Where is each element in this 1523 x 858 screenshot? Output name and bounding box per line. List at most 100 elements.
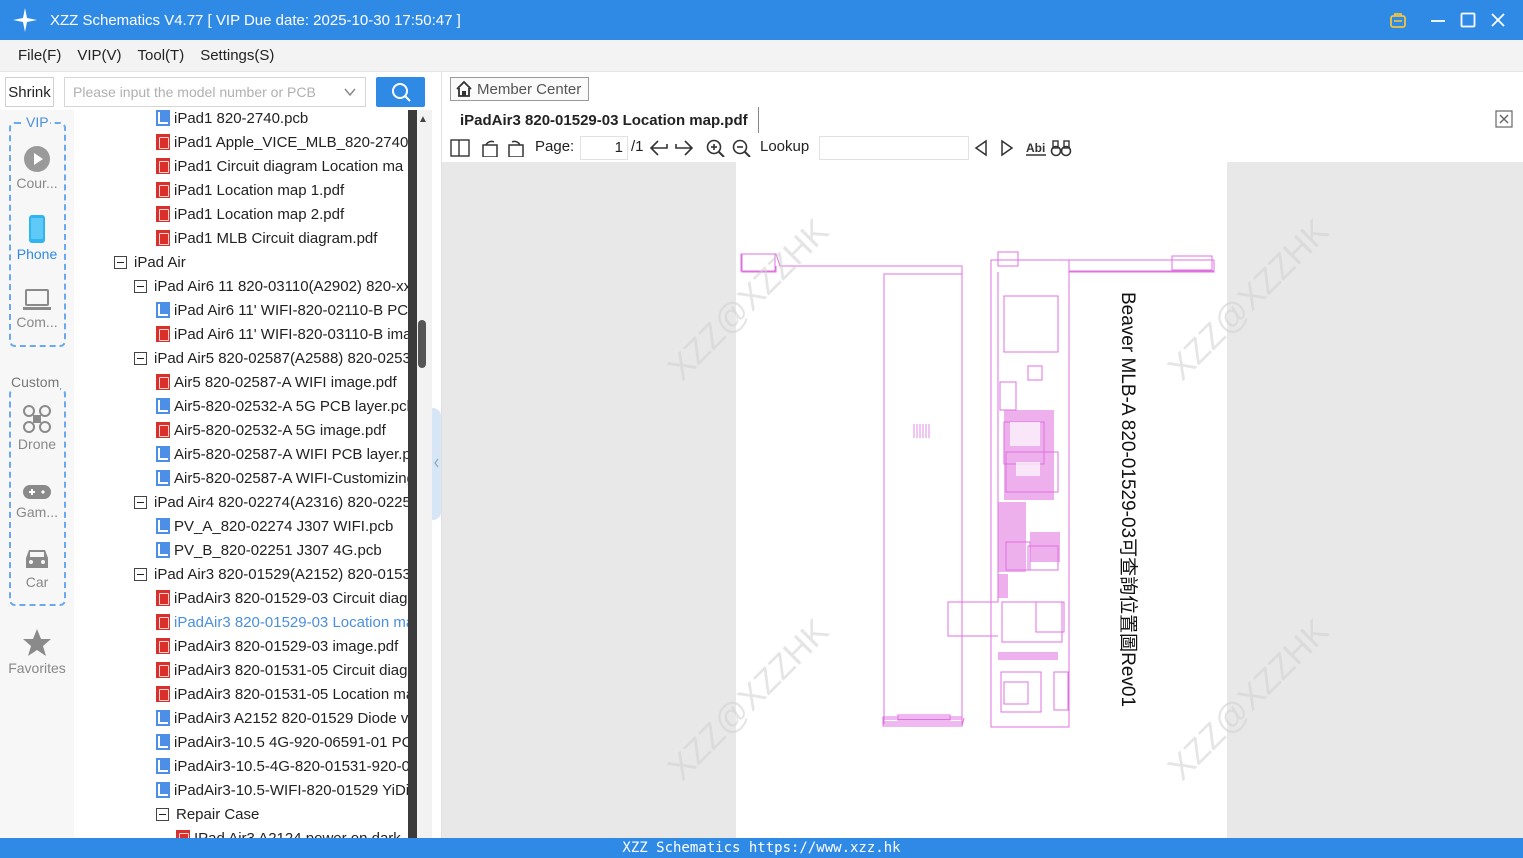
- tree-item-label: iPadAir3 820-01529-03 image.pdf: [174, 637, 399, 655]
- model-search-input[interactable]: Please input the model number or PCB: [64, 77, 366, 107]
- vip-bag-icon[interactable]: [1383, 0, 1413, 40]
- rotate-left-icon[interactable]: [480, 139, 500, 157]
- nav-course-label: Cour...: [16, 175, 58, 191]
- menu-vip[interactable]: VIP(V): [77, 47, 121, 64]
- nav-favorites-label: Favorites: [8, 660, 66, 676]
- shrink-button[interactable]: Shrink: [5, 77, 54, 107]
- tree-file-item[interactable]: iPad Air6 11' WIFI-820-03110-B ima: [156, 322, 408, 346]
- play-icon: [24, 146, 50, 172]
- nav-favorites[interactable]: Favorites: [0, 628, 74, 676]
- scroll-thumb[interactable]: [418, 320, 426, 368]
- pdf-file-icon: [156, 134, 170, 150]
- tree-folder[interactable]: iPad Air5 820-02587(A2588) 820-02532: [134, 346, 408, 370]
- tree-folder[interactable]: Repair Case: [156, 802, 259, 826]
- tree-file-item[interactable]: iPad1 Location map 1.pdf: [156, 178, 344, 202]
- scroll-up-icon[interactable]: ▲: [418, 114, 428, 125]
- pcb-file-icon: [156, 470, 170, 486]
- nav-phone-label: Phone: [16, 246, 58, 262]
- tree-file-item[interactable]: iPadAir3 820-01531-05 Circuit diagram: [156, 658, 408, 682]
- status-bar: XZZ Schematics https://www.xzz.hk: [0, 838, 1523, 858]
- collapse-toggle-icon[interactable]: [114, 255, 127, 269]
- collapse-toggle-icon[interactable]: [134, 567, 147, 581]
- tree-folder[interactable]: iPad Air: [114, 250, 186, 274]
- tree-item-label: iPad Air3 820-01529(A2152) 820-01531: [154, 565, 408, 583]
- tree-file-item[interactable]: iPadAir3-10.5 4G-920-06591-01 PCB: [156, 730, 408, 754]
- tree-file-item[interactable]: iPad1 820-2740.pcb: [156, 110, 308, 130]
- tree-item-label: iPadAir3-10.5-WIFI-820-01529 YiDi: [174, 781, 408, 799]
- tree-file-item[interactable]: Air5-820-02532-A 5G image.pdf: [156, 418, 386, 442]
- tree-file-item[interactable]: Air5-820-02532-A 5G PCB layer.pcb: [156, 394, 408, 418]
- search-button[interactable]: [376, 77, 425, 107]
- nav-computer[interactable]: Com...: [0, 288, 74, 330]
- tree-file-item[interactable]: iPad1 Circuit diagram Location ma: [156, 154, 403, 178]
- binoculars-icon[interactable]: [1050, 139, 1072, 157]
- collapse-toggle-icon[interactable]: [134, 351, 147, 365]
- tree-file-item[interactable]: iPadAir3 820-01529-03 Location map: [156, 610, 408, 634]
- tree-file-item[interactable]: iPadAir3 820-01529-03 image.pdf: [156, 634, 398, 658]
- vip-group-label: VIP: [25, 114, 50, 130]
- tree-file-item[interactable]: PV_B_820-02251 J307 4G.pcb: [156, 538, 382, 562]
- tree-file-item[interactable]: iPad1 Apple_VICE_MLB_820-2740-A: [156, 130, 408, 154]
- tree-folder[interactable]: iPad Air3 820-01529(A2152) 820-01531: [134, 562, 408, 586]
- nav-course[interactable]: Cour...: [0, 145, 74, 191]
- tree-item-label: iPad1 Location map 1.pdf: [174, 181, 345, 199]
- tree-file-item[interactable]: iPad1 Location map 2.pdf: [156, 202, 344, 226]
- tree-file-item[interactable]: Air5 820-02587-A WIFI image.pdf: [156, 370, 397, 394]
- laptop-icon: [23, 289, 51, 310]
- tree-file-item[interactable]: Air5-820-02587-A WIFI PCB layer.pcb: [156, 442, 408, 466]
- chevron-down-icon[interactable]: [343, 85, 357, 102]
- tree-file-item[interactable]: Air5-820-02587-A WIFI-Customizing: [156, 466, 408, 490]
- close-document-icon[interactable]: [1495, 110, 1513, 128]
- star-icon: [23, 629, 51, 656]
- tree-item-label: Air5 820-02587-A WIFI image.pdf: [174, 373, 397, 391]
- home-icon: [456, 80, 472, 97]
- zoom-in-icon[interactable]: [706, 139, 726, 157]
- tree-file-item[interactable]: iPad1 MLB Circuit diagram.pdf: [156, 226, 377, 250]
- menu-file[interactable]: File(F): [18, 47, 61, 64]
- zoom-out-icon[interactable]: [732, 139, 752, 157]
- nav-phone[interactable]: Phone: [0, 214, 74, 262]
- tree-file-item[interactable]: iPadAir3 820-01531-05 Location map: [156, 682, 408, 706]
- collapse-toggle-icon[interactable]: [134, 279, 147, 293]
- tree-scrollbar[interactable]: ▲: [408, 110, 432, 838]
- menu-tool[interactable]: Tool(T): [138, 47, 185, 64]
- lookup-input[interactable]: [819, 136, 969, 160]
- tree-folder[interactable]: iPad Air4 820-02274(A2316) 820-02251: [134, 490, 408, 514]
- find-next-icon[interactable]: [1000, 139, 1014, 157]
- pdf-viewer[interactable]: Beaver MLB-A 820-01529-03可查詢位置圖Rev01 XZZ…: [442, 162, 1523, 838]
- tree-item-label: iPadAir3 820-01529-03 Location map: [174, 613, 408, 631]
- tree-file-item[interactable]: iPadAir3 820-01529-03 Circuit diagram: [156, 586, 408, 610]
- collapse-toggle-icon[interactable]: [134, 495, 147, 509]
- page-number-input[interactable]: 1: [580, 136, 628, 160]
- next-page-icon[interactable]: [674, 139, 694, 157]
- prev-page-icon[interactable]: [649, 139, 669, 157]
- sidebar-toggle-icon[interactable]: [450, 139, 470, 157]
- find-prev-icon[interactable]: [974, 139, 988, 157]
- tree-folder[interactable]: iPad Air6 11 820-03110(A2902) 820-xx: [134, 274, 408, 298]
- tree-file-item[interactable]: iPad Air6 11' WIFI-820-02110-B PCB: [156, 298, 408, 322]
- tree-file-item[interactable]: iPadAir3 A2152 820-01529 Diode va: [156, 706, 408, 730]
- tree-file-item[interactable]: PV_A_820-02274 J307 WIFI.pcb: [156, 514, 393, 538]
- close-button[interactable]: [1483, 0, 1513, 40]
- minimize-button[interactable]: [1423, 0, 1453, 40]
- nav-drone[interactable]: Drone: [0, 404, 74, 452]
- nav-car[interactable]: Car: [0, 546, 74, 590]
- document-tab[interactable]: iPadAir3 820-01529-03 Location map.pdf: [450, 107, 759, 133]
- rotate-right-icon[interactable]: [506, 139, 526, 157]
- pdf-file-icon: [156, 662, 170, 678]
- pcb-file-icon: [156, 542, 170, 558]
- tree-item-label: iPadAir3 820-01531-05 Circuit diagram: [174, 661, 408, 679]
- pane-splitter[interactable]: [432, 408, 441, 520]
- tree-file-item[interactable]: IPad Air3 A2124 power on dark: [176, 826, 401, 838]
- tree-file-item[interactable]: iPadAir3-10.5-WIFI-820-01529 YiDi: [156, 778, 408, 802]
- menu-settings[interactable]: Settings(S): [200, 47, 274, 64]
- pcb-file-icon: [156, 782, 170, 798]
- maximize-button[interactable]: [1453, 0, 1483, 40]
- tree-item-label: IPad Air3 A2124 power on dark: [194, 829, 401, 839]
- match-case-icon[interactable]: Abi: [1025, 139, 1047, 157]
- collapse-toggle-icon[interactable]: [156, 807, 169, 821]
- member-center-button[interactable]: Member Center: [450, 77, 589, 101]
- nav-game[interactable]: Gam...: [0, 482, 74, 520]
- tree-file-item[interactable]: iPadAir3-10.5-4G-820-01531-920-0: [156, 754, 408, 778]
- menu-bar: File(F) VIP(V) Tool(T) Settings(S): [0, 40, 1523, 72]
